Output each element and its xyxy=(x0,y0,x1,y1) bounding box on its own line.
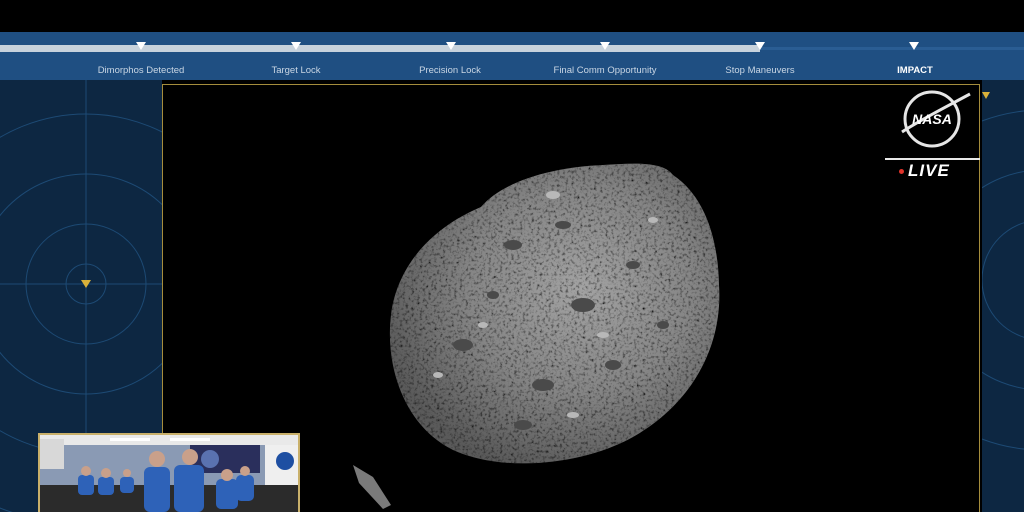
live-indicator: LIVE xyxy=(899,161,950,181)
timeline-remaining-track xyxy=(760,47,1024,50)
milestone-marker-icon xyxy=(909,42,919,50)
milestone-marker-icon xyxy=(600,42,610,50)
milestone-label-stop-maneuvers: Stop Maneuvers xyxy=(725,65,795,76)
timeline-progress-track xyxy=(0,45,760,52)
mission-timeline: Dimorphos Detected Target Lock Precision… xyxy=(0,32,1024,80)
milestone-label-precision-lock: Precision Lock xyxy=(419,65,481,76)
milestone-label-dimorphos-detected: Dimorphos Detected xyxy=(97,65,185,76)
nasa-logo: NASA xyxy=(901,90,971,148)
milestone-label-final-comm: Final Comm Opportunity xyxy=(553,65,657,76)
background-panel-right xyxy=(982,80,1024,512)
mission-control-room-image xyxy=(40,435,298,512)
milestone-marker-icon xyxy=(136,42,146,50)
milestone-marker-icon xyxy=(755,42,765,50)
live-dot-icon xyxy=(899,169,904,175)
live-label: LIVE xyxy=(908,161,950,180)
milestone-marker-icon xyxy=(446,42,456,50)
live-divider xyxy=(885,158,980,160)
top-black-bar xyxy=(0,0,1024,32)
milestone-marker-icon xyxy=(291,42,301,50)
radar-rings-graphic xyxy=(982,92,1024,450)
mission-control-inset-video xyxy=(38,433,300,512)
milestone-label-impact: IMPACT xyxy=(897,65,933,76)
nasa-logo-text: NASA xyxy=(912,111,952,127)
milestone-label-target-lock: Target Lock xyxy=(271,65,321,76)
